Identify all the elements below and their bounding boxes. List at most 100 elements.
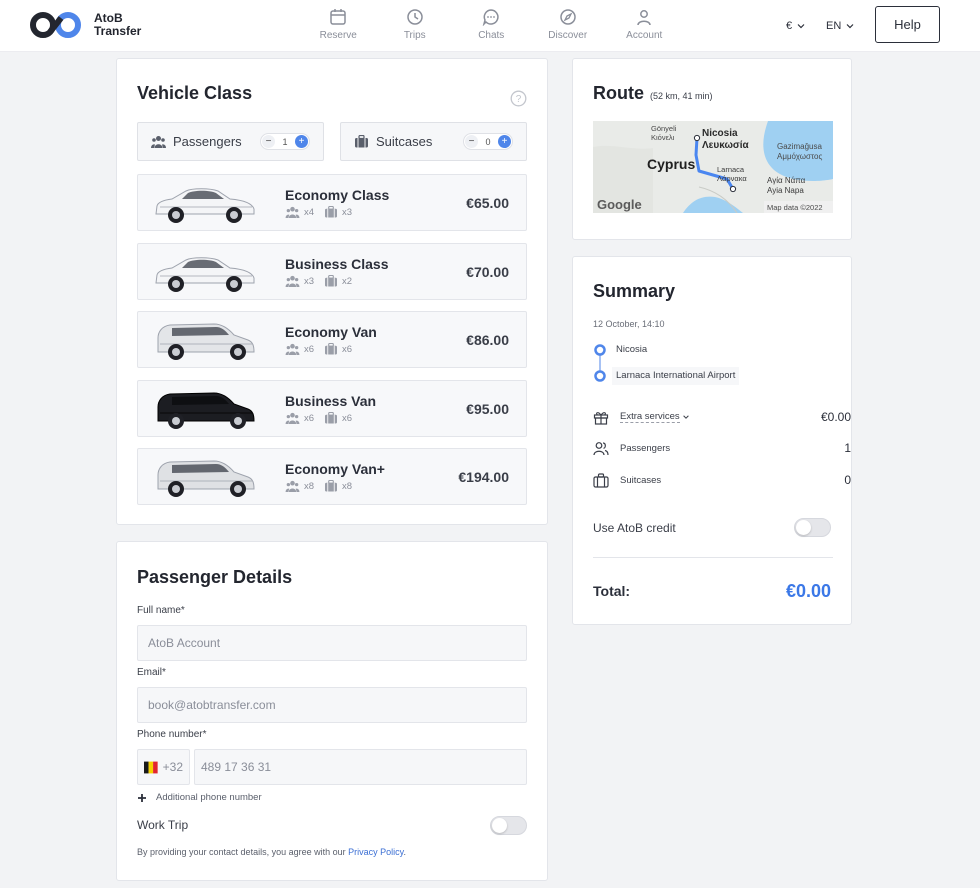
privacy-policy-link[interactable]: Privacy Policy xyxy=(348,847,403,857)
vehicle-passenger-capacity: x6 xyxy=(304,412,315,424)
vehicle-price: €86.00 xyxy=(466,332,509,348)
calendar-icon xyxy=(330,9,346,25)
atob-credit-toggle[interactable] xyxy=(794,518,831,537)
vehicle-luggage-capacity: x6 xyxy=(342,412,353,424)
summary-passengers-row: Passengers 1 xyxy=(593,438,851,458)
route-meta: (52 km, 41 min) xyxy=(650,91,713,101)
nav-reserve[interactable]: Reserve xyxy=(300,6,377,41)
vehicle-passenger-capacity: x6 xyxy=(304,343,315,355)
belgium-flag-icon xyxy=(144,761,158,773)
vehicle-capacity: x6 x6 xyxy=(285,343,352,355)
currency-value: € xyxy=(786,20,793,32)
map-credit: Map data ©2022 xyxy=(767,203,823,212)
suitcase-icon xyxy=(325,343,338,355)
summary-title: Summary xyxy=(593,281,676,301)
add-phone-link[interactable]: Additional phone number xyxy=(137,792,262,803)
people-icon xyxy=(285,480,300,492)
phone-label: Phone number* xyxy=(137,729,207,740)
map-label: Cyprus xyxy=(647,156,695,172)
vehicle-name: Economy Van+ xyxy=(285,461,385,477)
top-header: AtoB Transfer Reserve Trips Chats Discov… xyxy=(0,0,980,52)
vehicle-option-economy-van-plus[interactable]: Economy Van+ x8 x8 €194.00 xyxy=(137,448,527,505)
passengers-stepper: − 1 + xyxy=(260,133,310,150)
nav-trips-label: Trips xyxy=(403,30,426,41)
logo[interactable]: AtoB Transfer xyxy=(28,10,141,40)
vehicle-price: €70.00 xyxy=(466,264,509,280)
passengers-increment-button[interactable]: + xyxy=(294,135,308,148)
vehicle-option-economy-class[interactable]: Economy Class x4 x3 €65.00 xyxy=(137,174,527,231)
full-name-input[interactable]: AtoB Account xyxy=(137,625,527,661)
vehicle-capacity: x8 x8 xyxy=(285,480,352,492)
vehicle-option-business-van[interactable]: Business Van x6 x6 €95.00 xyxy=(137,380,527,437)
vehicle-capacity: x4 x3 xyxy=(285,206,352,218)
suitcases-decrement-button[interactable]: − xyxy=(465,135,478,148)
phone-input[interactable]: 489 17 36 31 xyxy=(194,749,527,785)
vehicle-class-card: Vehicle Class ? Passengers − 1 + Suitcas… xyxy=(116,58,548,525)
passengers-decrement-button[interactable]: − xyxy=(262,135,275,148)
nav-trips[interactable]: Trips xyxy=(377,6,454,41)
summary-passengers-value: 1 xyxy=(844,441,851,455)
map-label: Αγία Νάπα xyxy=(767,176,806,185)
suitcase-icon xyxy=(325,412,338,424)
language-select[interactable]: EN xyxy=(826,0,855,52)
vehicle-capacity: x3 x2 xyxy=(285,275,352,287)
clock-icon xyxy=(407,9,423,25)
work-trip-toggle[interactable] xyxy=(490,816,527,835)
map-label: Nicosia xyxy=(702,128,738,139)
nav-chats[interactable]: Chats xyxy=(453,6,530,41)
suitcases-label: Suitcases xyxy=(376,134,433,149)
passenger-details-title: Passenger Details xyxy=(137,567,293,587)
vehicle-name: Business Class xyxy=(285,256,389,272)
vehicle-option-business-class[interactable]: Business Class x3 x2 €70.00 xyxy=(137,243,527,300)
consent-text: By providing your contact details, you a… xyxy=(137,847,406,857)
van-image xyxy=(157,460,255,497)
suitcases-increment-button[interactable]: + xyxy=(497,135,511,148)
help-button[interactable]: Help xyxy=(875,6,940,43)
nav-account[interactable]: Account xyxy=(606,6,683,41)
map-graphic: Gönyeli Κιόνελι Nicosia Λευκωσία Gazimağ… xyxy=(593,121,833,213)
phone-country-code: +32 xyxy=(162,760,183,774)
vehicle-passenger-capacity: x3 xyxy=(304,275,315,287)
route-map[interactable]: Gönyeli Κιόνελι Nicosia Λευκωσία Gazimağ… xyxy=(593,121,833,213)
compass-icon xyxy=(560,9,576,25)
suitcase-icon xyxy=(325,480,338,492)
chevron-down-icon xyxy=(797,24,805,29)
people-outline-icon xyxy=(593,441,609,455)
van-image xyxy=(157,392,255,429)
map-label: Ayia Napa xyxy=(767,186,804,195)
vehicle-name: Business Van xyxy=(285,393,377,409)
language-value: EN xyxy=(826,20,842,32)
extra-services-row[interactable]: Extra services €0.00 xyxy=(593,407,851,427)
suitcases-counter: Suitcases − 0 + xyxy=(340,122,527,161)
email-label: Email* xyxy=(137,667,166,678)
work-trip-label: Work Trip xyxy=(137,818,189,832)
map-label: Gazimağusa xyxy=(777,142,822,151)
vehicle-luggage-capacity: x8 xyxy=(342,480,353,492)
people-icon xyxy=(285,343,300,355)
add-phone-label: Additional phone number xyxy=(156,792,262,803)
vehicle-price: €95.00 xyxy=(466,401,509,417)
passenger-details-card: Passenger Details Full name* AtoB Accoun… xyxy=(116,541,548,881)
svg-text:?: ? xyxy=(516,94,522,105)
email-input[interactable]: book@atobtransfer.com xyxy=(137,687,527,723)
vehicle-luggage-capacity: x2 xyxy=(342,275,353,287)
help-circle-icon[interactable]: ? xyxy=(510,90,527,107)
map-label: Κιόνελι xyxy=(651,133,675,142)
currency-select[interactable]: € xyxy=(786,0,806,52)
google-logo: Google xyxy=(597,197,642,212)
passengers-label: Passengers xyxy=(173,134,242,149)
logo-line2: Transfer xyxy=(94,24,142,38)
people-icon xyxy=(285,206,300,218)
vehicle-option-economy-van[interactable]: Economy Van x6 x6 €86.00 xyxy=(137,311,527,368)
map-label: Λευκωσία xyxy=(702,140,750,151)
summary-suitcases-value: 0 xyxy=(844,473,851,487)
phone-country-select[interactable]: +32 xyxy=(137,749,190,785)
vehicle-class-title: Vehicle Class xyxy=(137,83,253,103)
nav-discover[interactable]: Discover xyxy=(530,6,607,41)
total-label: Total: xyxy=(593,583,631,599)
extra-services-value: €0.00 xyxy=(820,410,851,424)
chevron-down-icon xyxy=(682,415,689,419)
route-title: Route xyxy=(593,83,644,103)
consent-end: . xyxy=(403,847,406,857)
nav-account-label: Account xyxy=(626,30,663,41)
